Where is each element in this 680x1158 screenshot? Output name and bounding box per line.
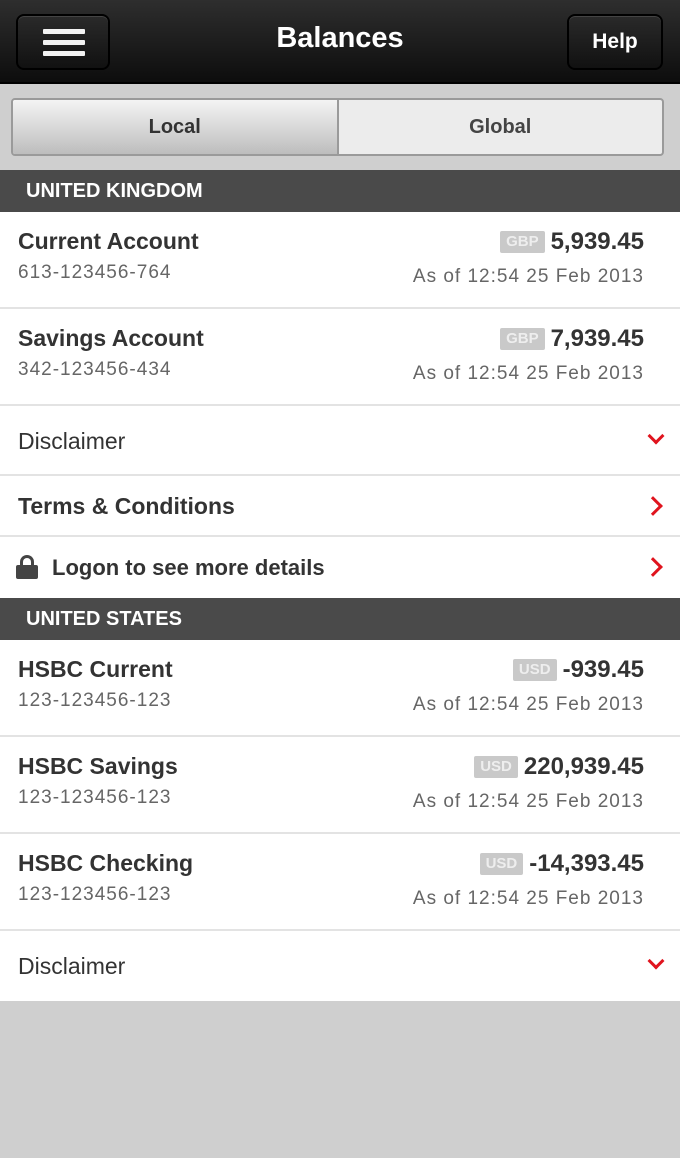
tab-local[interactable]: Local	[13, 100, 339, 154]
account-row[interactable]: Current Account 613-123456-764 GBP 5,939…	[0, 212, 680, 309]
account-balance: 220,939.45	[523, 753, 644, 780]
terms-label: Terms & Conditions	[18, 493, 235, 519]
top-bar: Balances Help	[0, 0, 680, 84]
currency-badge: USD	[479, 853, 524, 875]
balance-timestamp: As of 12:54 25 Feb 2013	[412, 791, 644, 812]
logon-label: Logon to see more details	[52, 555, 325, 580]
account-number: 123-123456-123	[18, 884, 172, 905]
account-name: HSBC Current	[18, 656, 173, 682]
disclaimer-row-us[interactable]: Disclaimer	[0, 931, 680, 1001]
account-balance: 5,939.45	[550, 228, 644, 255]
account-row[interactable]: HSBC Current 123-123456-123 USD -939.45 …	[0, 640, 680, 737]
menu-button[interactable]	[16, 14, 110, 70]
local-global-toggle: Local Global	[11, 98, 664, 156]
account-name: Current Account	[18, 228, 199, 254]
chevron-right-icon	[643, 557, 663, 577]
account-balance: -939.45	[562, 656, 644, 683]
account-name: HSBC Savings	[18, 753, 178, 779]
chevron-down-icon	[647, 427, 665, 445]
account-name: HSBC Checking	[18, 850, 194, 876]
chevron-right-icon	[643, 496, 663, 516]
currency-badge: USD	[512, 659, 557, 681]
account-number: 123-123456-123	[18, 787, 172, 808]
disclaimer-label: Disclaimer	[18, 953, 126, 979]
logon-row[interactable]: Logon to see more details	[0, 537, 680, 598]
balance-timestamp: As of 12:54 25 Feb 2013	[412, 363, 644, 384]
account-number: 123-123456-123	[18, 690, 172, 711]
account-balance: 7,939.45	[550, 325, 644, 352]
tab-global[interactable]: Global	[339, 100, 663, 154]
terms-conditions-row[interactable]: Terms & Conditions	[0, 476, 680, 537]
menu-icon	[43, 29, 85, 34]
page-title: Balances	[276, 22, 404, 54]
currency-badge: USD	[474, 756, 518, 778]
currency-badge: GBP	[500, 231, 545, 253]
account-row[interactable]: Savings Account 342-123456-434 GBP 7,939…	[0, 309, 680, 406]
balance-timestamp: As of 12:54 25 Feb 2013	[412, 888, 644, 909]
disclaimer-row-uk[interactable]: Disclaimer	[0, 406, 680, 476]
chevron-down-icon	[647, 952, 665, 970]
section-header-uk: UNITED KINGDOM	[0, 170, 680, 212]
help-button[interactable]: Help	[567, 14, 663, 70]
currency-badge: GBP	[500, 328, 545, 350]
balance-timestamp: As of 12:54 25 Feb 2013	[412, 694, 644, 715]
section-header-us: UNITED STATES	[0, 598, 680, 640]
account-balance: -14,393.45	[529, 850, 644, 877]
balance-timestamp: As of 12:54 25 Feb 2013	[412, 266, 644, 287]
account-row[interactable]: HSBC Savings 123-123456-123 USD 220,939.…	[0, 737, 680, 834]
account-number: 342-123456-434	[18, 359, 172, 380]
account-row[interactable]: HSBC Checking 123-123456-123 USD -14,393…	[0, 834, 680, 931]
lock-icon	[16, 555, 38, 579]
account-name: Savings Account	[18, 325, 204, 351]
account-number: 613-123456-764	[18, 262, 172, 283]
disclaimer-label: Disclaimer	[18, 428, 126, 454]
segment-area: Local Global	[0, 86, 680, 168]
